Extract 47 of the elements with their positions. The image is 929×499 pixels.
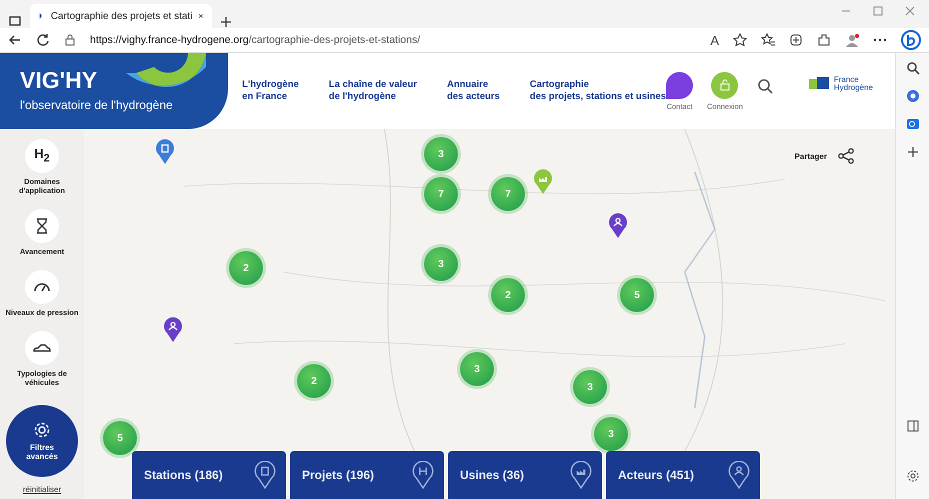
factory-pin-icon [570, 461, 592, 489]
add-icon [906, 145, 920, 159]
advanced-filters-button[interactable]: Filtres avancés [6, 405, 78, 477]
category-tab[interactable]: Projets (196) [290, 451, 444, 499]
site-logo[interactable]: VIG'HY l'observatoire de l'hydrogène [0, 53, 228, 129]
settings-icon [906, 469, 920, 483]
actor-pin-icon [728, 461, 750, 489]
favorites-icon [761, 33, 775, 47]
tab-title: Cartographie des projets et stati [50, 10, 192, 22]
new-tab-icon [220, 16, 232, 28]
close-icon [905, 6, 915, 16]
hydrogen-symbol-icon: H$_{2}$ [34, 146, 50, 166]
nav-link[interactable]: La chaîne de valeur de l'hydrogène [328, 79, 417, 103]
map-pin-icon[interactable] [608, 213, 628, 239]
share-icon [837, 147, 855, 165]
search-icon [906, 61, 920, 75]
tab-actions-icon [8, 14, 22, 28]
browser-tab[interactable]: Cartographie des projets et stati [30, 4, 212, 28]
search-icon [756, 78, 773, 94]
map-pin-icon[interactable] [163, 317, 183, 343]
address-field[interactable]: https://vighy.france-hydrogene.org/cartographie-des-projets-et-stations/ [90, 34, 696, 46]
reset-link[interactable]: réinitialiser [22, 485, 62, 494]
station-pin-icon [254, 461, 276, 489]
logo-subtitle: l'observatoire de l'hydrogène [20, 98, 174, 112]
extensions-icon [817, 33, 831, 47]
project-pin-icon [412, 461, 434, 489]
star-icon [733, 33, 747, 47]
map-pin-icon[interactable] [155, 139, 175, 165]
profile-icon [845, 33, 859, 47]
back-icon [8, 33, 22, 47]
share-label[interactable]: Partager [794, 152, 827, 160]
maximize-icon [873, 6, 883, 16]
category-tab[interactable]: Stations (186) [132, 451, 286, 499]
refresh-icon [36, 33, 50, 47]
sidebar-icon [906, 419, 920, 433]
logo-title: VIG'HY [20, 67, 98, 94]
category-tab[interactable]: Acteurs (451) [606, 451, 760, 499]
lock-icon [718, 79, 731, 91]
lock-icon [64, 33, 76, 47]
gear-icon [33, 421, 51, 439]
close-icon [198, 11, 204, 21]
read-aloud-button[interactable]: A [710, 32, 719, 48]
category-tab[interactable]: Usines (36) [448, 451, 602, 499]
nav-link[interactable]: Annuaire des acteurs [446, 79, 500, 103]
partner-logo[interactable]: France Hydrogène [808, 76, 873, 92]
nav-link[interactable]: Cartographie des projets, stations et usines [530, 79, 666, 103]
nav-link[interactable]: L'hydrogène en France [242, 79, 299, 103]
